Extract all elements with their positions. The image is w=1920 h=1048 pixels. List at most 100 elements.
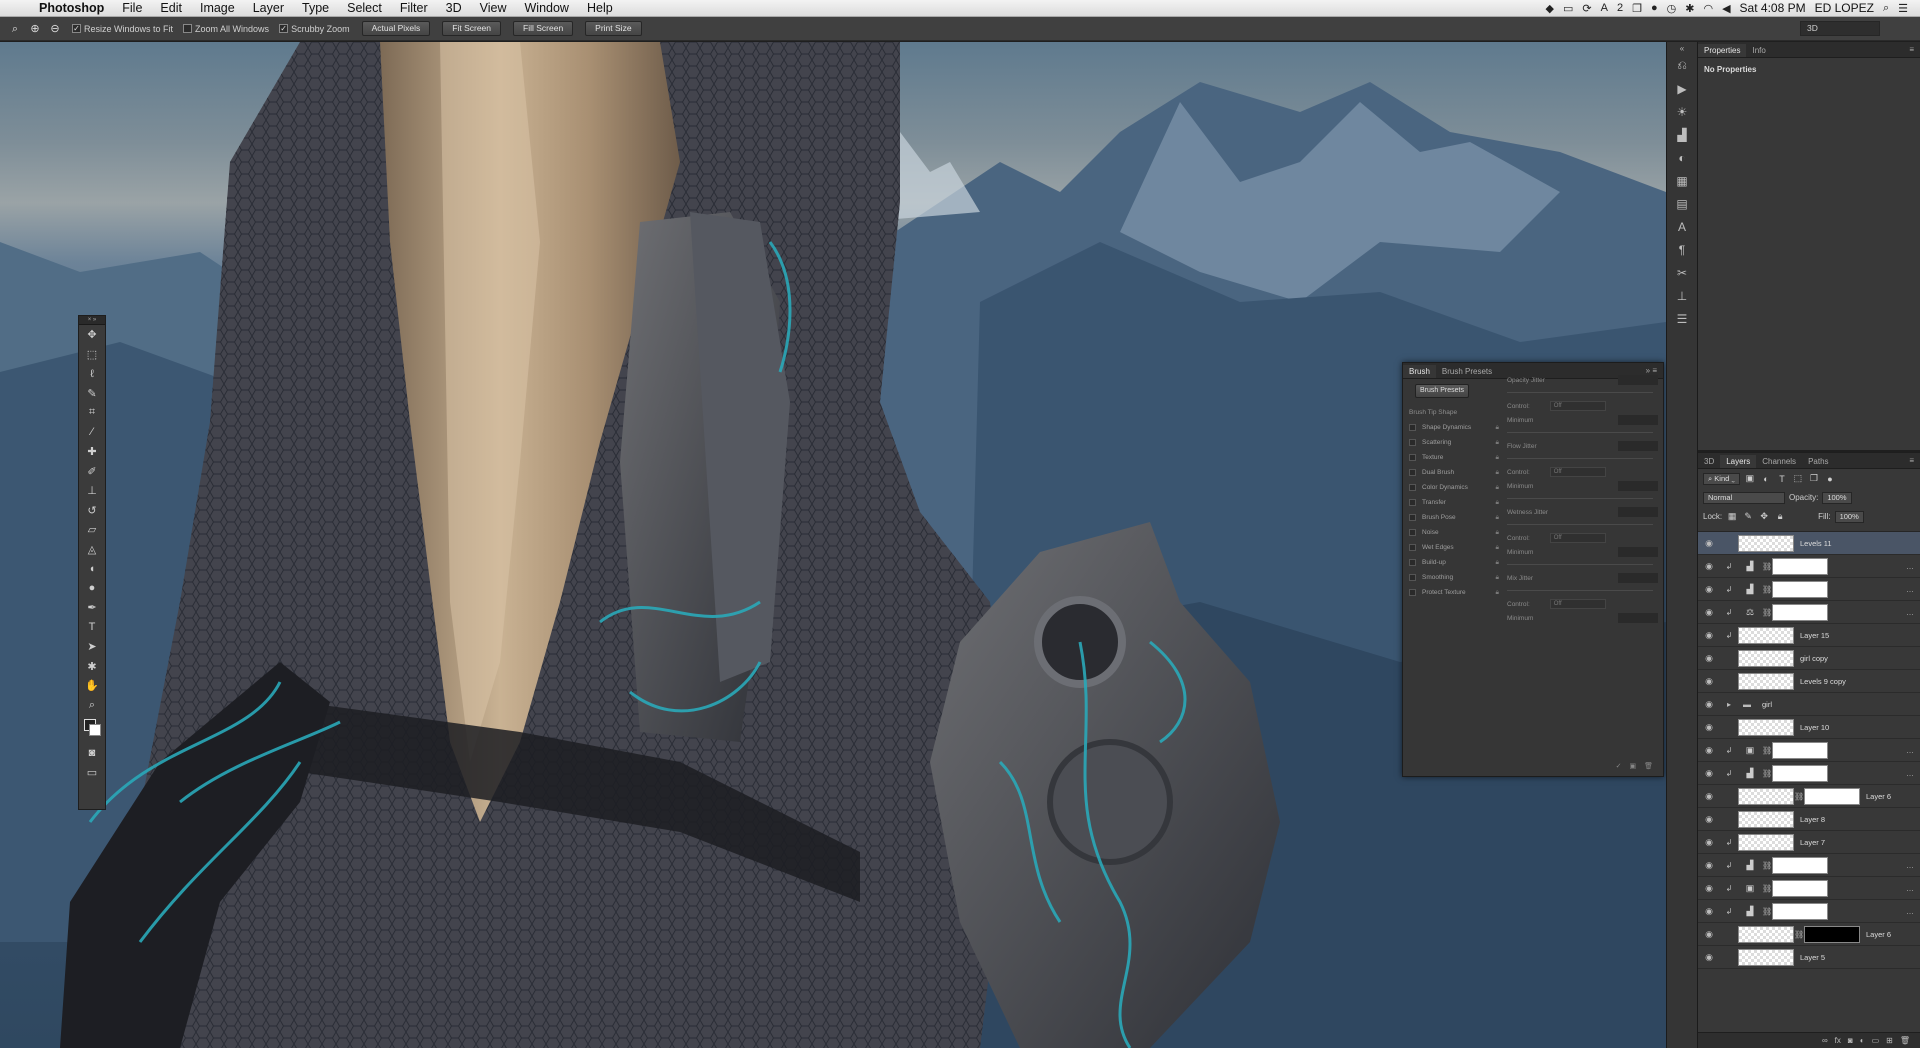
control-select[interactable]: Off [1549, 401, 1606, 411]
visibility-eye-icon[interactable]: ◉ [1698, 837, 1720, 848]
pen-tool-icon[interactable]: ✒ [79, 598, 105, 618]
lock-transparency-icon[interactable]: ▦ [1726, 511, 1738, 522]
document-canvas[interactable]: × » ✥ ⬚ ℓ ✎ ⌗ ⁄ ✚ ✐ ⊥ ↺ ▱ ◬ ◖ ● ✒ T ➤ ✱ … [0, 42, 1666, 1048]
filter-shape-icon[interactable]: ⬚ [1792, 473, 1804, 484]
filter-smart-object-icon[interactable]: ❐ [1808, 473, 1820, 484]
minimum-slider[interactable] [1507, 427, 1653, 433]
lock-icon[interactable]: 🔒︎ [1496, 574, 1499, 582]
adobe-icon[interactable]: A [1601, 2, 1608, 14]
layer-row[interactable]: ◉ ↲ Layer 7 [1698, 831, 1920, 854]
wetness-jitter-slider[interactable] [1507, 519, 1653, 525]
layer-mask-thumbnail[interactable] [1804, 787, 1860, 805]
color-swatches[interactable] [79, 715, 105, 743]
add-mask-icon[interactable]: ◙ [1848, 1036, 1853, 1045]
record-icon[interactable]: ● [1651, 2, 1658, 14]
hand-tool-icon[interactable]: ✋ [79, 676, 105, 696]
toggle-preview-icon[interactable]: ✓ [1616, 762, 1622, 776]
layer-row[interactable]: ◉ ↲ ▣ ⛓… [1698, 877, 1920, 900]
layer-row[interactable]: ◉ ⛓ Layer 6 [1698, 785, 1920, 808]
dropbox-icon[interactable]: ◆ [1546, 2, 1554, 15]
layer-style-icon[interactable]: fx [1835, 1036, 1841, 1045]
volume-icon[interactable]: ◀ [1722, 2, 1730, 15]
lock-icon[interactable]: 🔒︎ [1496, 454, 1499, 462]
new-group-icon[interactable]: ▭ [1872, 1036, 1880, 1045]
menu-type[interactable]: Type [293, 1, 338, 15]
visibility-eye-icon[interactable]: ◉ [1698, 860, 1720, 871]
visibility-eye-icon[interactable]: ◉ [1698, 699, 1720, 710]
opacity-jitter-slider[interactable] [1507, 387, 1653, 393]
lock-icon[interactable]: 🔒︎ [1496, 424, 1499, 432]
brush-tip-shape-item[interactable]: Brush Tip Shape [1409, 405, 1499, 420]
spotlight-icon[interactable]: ⌕ [1883, 2, 1889, 15]
menu-help[interactable]: Help [578, 1, 622, 15]
collapse-panels-icon[interactable]: « [1667, 42, 1697, 54]
history-brush-tool-icon[interactable]: ↺ [79, 501, 105, 521]
delete-layer-icon[interactable]: 🗑︎ [1900, 1036, 1910, 1045]
time-machine-icon[interactable]: ◷ [1667, 2, 1677, 15]
layer-row[interactable]: ◉ Layer 10 [1698, 716, 1920, 739]
sync-icon[interactable]: ⟳ [1582, 2, 1591, 15]
lock-icon[interactable]: 🔒︎ [1496, 484, 1499, 492]
swatches-icon[interactable]: ▦ [1667, 169, 1697, 192]
menu-app-name[interactable]: Photoshop [30, 1, 113, 15]
brush-option-noise[interactable]: Noise 🔒︎ [1409, 525, 1499, 540]
menu-file[interactable]: File [113, 1, 151, 15]
panel-menu-icon[interactable]: ≡ [1903, 45, 1920, 57]
visibility-eye-icon[interactable]: ◉ [1698, 722, 1720, 733]
layer-row[interactable]: ◉ Levels 11 [1698, 532, 1920, 555]
zoom-tool-icon[interactable]: ⌕ [79, 696, 105, 716]
tab-3d[interactable]: 3D [1698, 455, 1720, 468]
filter-toggle-icon[interactable]: ● [1824, 474, 1836, 484]
control-select[interactable]: Off [1549, 533, 1606, 543]
tab-layers[interactable]: Layers [1720, 455, 1757, 468]
layer-row[interactable]: ◉ ↲ ▟ ⛓… [1698, 555, 1920, 578]
user-name[interactable]: ED LOPEZ [1815, 1, 1874, 15]
menu-3d[interactable]: 3D [437, 1, 471, 15]
brush-option-dual-brush[interactable]: Dual Brush 🔒︎ [1409, 465, 1499, 480]
menu-image[interactable]: Image [191, 1, 244, 15]
mask-link-icon[interactable]: ⛓ [1762, 585, 1772, 594]
layer-options-icon[interactable]: … [1906, 608, 1914, 617]
menu-edit[interactable]: Edit [151, 1, 191, 15]
paint-bucket-tool-icon[interactable]: ◬ [79, 540, 105, 560]
new-brush-icon[interactable]: ▣ [1629, 762, 1636, 776]
tab-info[interactable]: Info [1746, 44, 1771, 57]
wifi-icon[interactable]: ◠ [1703, 2, 1713, 15]
move-tool-icon[interactable]: ✥ [79, 325, 105, 345]
workspace-switcher[interactable]: 3D [1800, 21, 1880, 36]
layer-row[interactable]: ◉ ▸ ▬ girl [1698, 693, 1920, 716]
layer-mask-thumbnail[interactable] [1804, 925, 1860, 943]
layer-row[interactable]: ◉ Levels 9 copy [1698, 670, 1920, 693]
disclosure-triangle-icon[interactable]: ▸ [1720, 700, 1738, 709]
visibility-eye-icon[interactable]: ◉ [1698, 929, 1720, 940]
opacity-jitter-value[interactable] [1618, 375, 1658, 385]
layer-options-icon[interactable]: … [1906, 769, 1914, 778]
mask-link-icon[interactable]: ⛓ [1762, 884, 1772, 893]
menu-layer[interactable]: Layer [244, 1, 293, 15]
visibility-eye-icon[interactable]: ◉ [1698, 561, 1720, 572]
layer-options-icon[interactable]: … [1906, 861, 1914, 870]
tools-panel-grip[interactable]: × » [79, 316, 105, 325]
lock-icon[interactable]: 🔒︎ [1496, 499, 1499, 507]
layer-mask-thumbnail[interactable] [1772, 856, 1828, 874]
visibility-eye-icon[interactable]: ◉ [1698, 814, 1720, 825]
lasso-tool-icon[interactable]: ℓ [79, 364, 105, 384]
eraser-tool-icon[interactable]: ▱ [79, 520, 105, 540]
layer-row[interactable]: ◉ ↲ ▟ ⛓… [1698, 578, 1920, 601]
layer-row[interactable]: ◉ ↲ ▣ ⛓… [1698, 739, 1920, 762]
mask-link-icon[interactable]: ⛓ [1794, 930, 1804, 939]
menu-select[interactable]: Select [338, 1, 391, 15]
layer-row[interactable]: ◉ ⛓ Layer 6 [1698, 923, 1920, 946]
link-layers-icon[interactable]: ∞ [1822, 1036, 1828, 1045]
brush-option-color-dynamics[interactable]: Color Dynamics 🔒︎ [1409, 480, 1499, 495]
minimum-slider[interactable] [1507, 493, 1653, 499]
layer-mask-thumbnail[interactable] [1772, 764, 1828, 782]
visibility-eye-icon[interactable]: ◉ [1698, 584, 1720, 595]
zoom-all-windows-checkbox[interactable]: Zoom All Windows [183, 24, 269, 34]
scrubby-zoom-checkbox[interactable]: ✓ Scrubby Zoom [279, 24, 350, 34]
layer-mask-thumbnail[interactable] [1772, 557, 1828, 575]
mask-link-icon[interactable]: ⛓ [1762, 608, 1772, 617]
path-select-tool-icon[interactable]: ➤ [79, 637, 105, 657]
layer-list[interactable]: ◉ Levels 11 ◉ ↲ ▟ ⛓ … ◉ ↲ ▟ ⛓ … ◉ ↲ ⚖ ⛓ … ◉ ↲ Layer 15 ◉ girl… [1698, 531, 1920, 1016]
layer-row[interactable]: ◉ ↲ ▟ ⛓… [1698, 854, 1920, 877]
